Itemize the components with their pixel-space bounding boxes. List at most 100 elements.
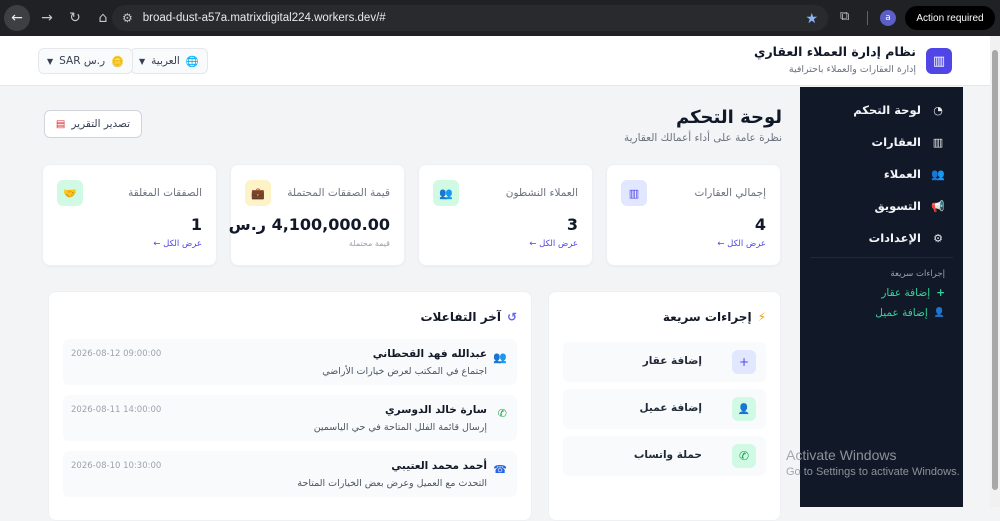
- briefcase-icon: 💼: [245, 180, 271, 206]
- sidebar-item-label: لوحة التحكم: [853, 103, 921, 117]
- quick-action-label: إضافة عقار: [642, 355, 702, 367]
- interaction-timestamp: 2026-08-10 10:30:00: [71, 461, 162, 471]
- stat-label: قيمة الصفقات المحتملة: [287, 187, 390, 199]
- interaction-item[interactable]: 👥 عبدالله فهد القحطاني اجتماع في المكتب …: [63, 339, 517, 385]
- brand-title: نظام إدارة العملاء العقاري: [753, 44, 916, 59]
- sidebar-item-label: العقارات: [871, 135, 921, 149]
- interaction-timestamp: 2026-08-11 14:00:00: [71, 405, 162, 415]
- app-root: ▥ نظام إدارة العملاء العقاري إدارة العقا…: [0, 36, 990, 521]
- address-bar[interactable]: ⚙ broad-dust-a57a.matrixdigital224.worke…: [112, 5, 828, 31]
- export-report-button[interactable]: تصدير التقرير ▤: [44, 110, 142, 138]
- sidebar-item-label: التسويق: [874, 199, 921, 213]
- quick-link-label: إضافة عقار: [881, 287, 931, 299]
- language-selector[interactable]: 🌐 العربية ▼: [130, 48, 208, 74]
- interaction-client-name: عبدالله فهد القحطاني: [372, 348, 487, 360]
- scrollbar-thumb[interactable]: [992, 50, 998, 490]
- megaphone-icon: 📢: [931, 199, 945, 213]
- recent-interactions-panel: ↺ آخر التفاعلات 👥 عبدالله فهد القحطاني ا…: [48, 291, 532, 521]
- main-content: لوحة التحكم نظرة عامة على أداء أعمالك ال…: [0, 87, 800, 521]
- meeting-icon: 👥: [493, 351, 507, 364]
- panel-title: ⚡ إجراءات سريعة: [663, 310, 766, 324]
- phone-icon: ☎: [493, 463, 507, 476]
- top-header: ▥ نظام إدارة العملاء العقاري إدارة العقا…: [0, 36, 990, 86]
- stat-note: قيمة محتملة: [348, 239, 390, 248]
- stat-card-active-clients: العملاء النشطون 3 عرض الكل ← 👥: [418, 164, 593, 266]
- action-required-button[interactable]: Action required: [905, 6, 995, 30]
- interaction-item[interactable]: ✆ سارة خالد الدوسري إرسال قائمة الفلل ال…: [63, 395, 517, 441]
- page-subtitle: نظرة عامة على أداء أعمالك العقارية: [624, 132, 782, 144]
- sidebar-item-clients[interactable]: 👥 العملاء: [884, 167, 945, 181]
- reload-icon[interactable]: ↻: [62, 5, 88, 31]
- sidebar-add-client-link[interactable]: 👤 إضافة عميل: [875, 307, 945, 319]
- interaction-description: إرسال قائمة الفلل المتاحة في حي الياسمين: [313, 422, 487, 433]
- stat-value: 4: [754, 215, 766, 234]
- profile-avatar[interactable]: a: [880, 10, 896, 26]
- chart-pie-icon: ◔: [933, 103, 943, 117]
- sidebar-item-properties[interactable]: ▥ العقارات: [872, 135, 945, 149]
- panel-title: ↺ آخر التفاعلات: [421, 310, 518, 324]
- chevron-down-icon: ▼: [47, 56, 54, 66]
- building-logo-icon: ▥: [926, 48, 952, 74]
- quick-actions-title: إجراءات سريعة: [662, 310, 752, 324]
- interaction-description: التحدث مع العميل وعرض بعض الخيارات المتا…: [297, 478, 487, 489]
- quick-action-add-property[interactable]: + إضافة عقار: [563, 342, 766, 382]
- stat-value: 4,100,000.00 ر.س: [228, 215, 390, 234]
- back-arrow-icon[interactable]: ←: [4, 5, 30, 31]
- view-all-link[interactable]: عرض الكل ←: [529, 239, 578, 249]
- quick-action-label: إضافة عميل: [639, 402, 702, 414]
- quick-actions-heading: إجراءات سريعة: [890, 269, 945, 279]
- browser-toolbar: ← → ↻ ⌂ ⚙ broad-dust-a57a.matrixdigital2…: [0, 0, 1000, 36]
- windows-activation-watermark: Activate Windows Go to Settings to activ…: [786, 447, 960, 478]
- quick-action-label: حملة واتساب: [633, 449, 702, 461]
- gear-icon: ⚙: [933, 231, 943, 245]
- plus-icon: +: [732, 350, 756, 374]
- users-icon: 👥: [433, 180, 459, 206]
- stat-value: 3: [566, 215, 578, 234]
- interaction-item[interactable]: ☎ أحمد محمد العتيبي التحدث مع العميل وعر…: [63, 451, 517, 497]
- user-plus-icon: 👤: [732, 397, 756, 421]
- currency-selector[interactable]: 🪙 ر.س SAR ▼: [38, 48, 134, 74]
- pdf-file-icon: ▤: [55, 118, 66, 130]
- sidebar-item-label: العملاء: [883, 167, 921, 181]
- stat-label: إجمالي العقارات: [694, 187, 766, 199]
- bookmark-star-icon[interactable]: ★: [805, 10, 818, 27]
- language-label: العربية: [151, 55, 180, 67]
- quick-action-whatsapp-campaign[interactable]: ✆ حملة واتساب: [563, 436, 766, 476]
- extensions-icon[interactable]: ⧉: [840, 9, 849, 24]
- interaction-client-name: أحمد محمد العتيبي: [391, 460, 487, 472]
- sidebar-item-label: الإعدادات: [868, 231, 921, 245]
- whatsapp-icon: ✆: [497, 407, 507, 420]
- whatsapp-icon: ✆: [732, 444, 756, 468]
- view-all-link[interactable]: عرض الكل ←: [153, 239, 202, 249]
- sidebar-item-marketing[interactable]: 📢 التسويق: [874, 199, 945, 213]
- stat-card-total-properties: إجمالي العقارات 4 عرض الكل ← ▥: [606, 164, 781, 266]
- quick-action-add-client[interactable]: 👤 إضافة عميل: [563, 389, 766, 429]
- currency-label: ر.س SAR: [59, 55, 106, 67]
- watermark-line-2: Go to Settings to activate Windows.: [786, 466, 960, 478]
- sidebar-divider: [810, 257, 953, 258]
- user-plus-icon: 👤: [933, 308, 945, 318]
- page-scrollbar[interactable]: [990, 36, 1000, 507]
- export-label: تصدير التقرير: [71, 118, 131, 130]
- toolbar-divider: [867, 11, 868, 25]
- sidebar: ◔ لوحة التحكم ▥ العقارات 👥 العملاء 📢 الت…: [800, 87, 963, 507]
- page-title: لوحة التحكم: [675, 107, 782, 128]
- handshake-icon: 🤝: [57, 180, 83, 206]
- forward-arrow-icon[interactable]: →: [34, 5, 60, 31]
- sidebar-add-property-link[interactable]: + إضافة عقار: [881, 287, 945, 299]
- view-all-link[interactable]: عرض الكل ←: [717, 239, 766, 249]
- site-settings-icon[interactable]: ⚙: [122, 11, 133, 25]
- coins-icon: 🪙: [111, 55, 125, 68]
- stat-label: العملاء النشطون: [505, 187, 578, 199]
- interaction-timestamp: 2026-08-12 09:00:00: [71, 349, 162, 359]
- lightning-icon: ⚡: [757, 310, 766, 324]
- stat-value: 1: [190, 215, 202, 234]
- stat-card-closed-deals: الصفقات المغلقة 1 عرض الكل ← 🤝: [42, 164, 217, 266]
- sidebar-item-settings[interactable]: ⚙ الإعدادات: [869, 231, 945, 245]
- recent-interactions-title: آخر التفاعلات: [420, 310, 501, 324]
- watermark-line-1: Activate Windows: [786, 447, 897, 463]
- sidebar-item-dashboard[interactable]: ◔ لوحة التحكم: [853, 103, 945, 117]
- chevron-down-icon: ▼: [139, 56, 146, 66]
- quick-link-label: إضافة عميل: [875, 307, 928, 319]
- users-icon: 👥: [931, 167, 945, 181]
